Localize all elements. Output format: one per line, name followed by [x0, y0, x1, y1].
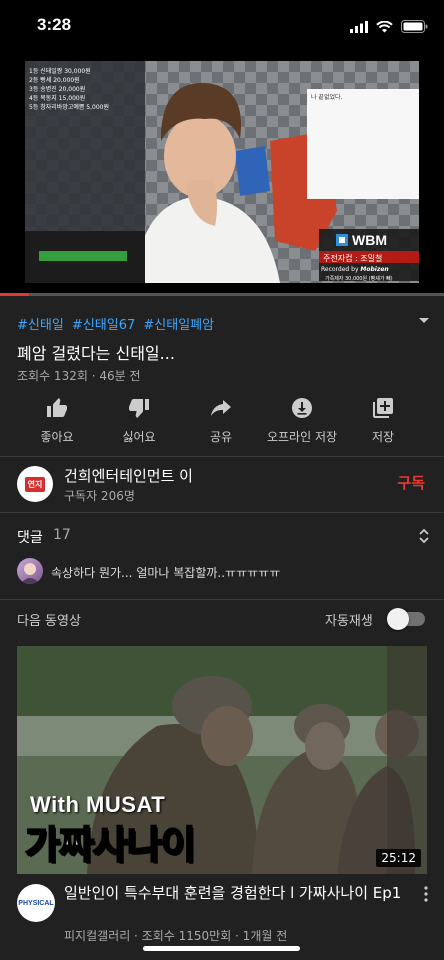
hashtag-link[interactable]: #신태일: [17, 318, 64, 333]
subscriber-count: 구독자 206명: [64, 489, 135, 503]
channel-name[interactable]: 건희엔터테인먼트 이: [64, 465, 193, 486]
more-options-icon[interactable]: [424, 886, 428, 902]
dislike-button[interactable]: 싫어요: [94, 396, 184, 445]
hashtag-link[interactable]: #신태일67: [72, 318, 135, 333]
like-button[interactable]: 좋아요: [12, 396, 102, 445]
thumbnail-caption-main: 가짜사나이: [24, 822, 197, 868]
autoplay-toggle-knob[interactable]: [387, 608, 409, 630]
channel-avatar[interactable]: 연지: [17, 466, 53, 502]
video-meta: 조회수 132회 · 46분 전: [17, 369, 141, 383]
save-button[interactable]: 저장: [338, 396, 428, 445]
overlay-bottom-caption: 가족제자 30,000원 (빵셰가 빼): [325, 276, 393, 282]
video-title[interactable]: 폐암 걸렸다는 신태일...: [17, 340, 175, 364]
physical-logo: PHYSICAL: [18, 899, 54, 907]
unfold-icon[interactable]: [418, 527, 430, 545]
home-indicator[interactable]: [143, 946, 300, 951]
download-label: 오프라인 저장: [266, 430, 338, 444]
expand-description-icon[interactable]: [416, 314, 432, 326]
video-info: #신태일 #신태일67 #신태일폐암 폐암 걸렸다는 신태일... 조회수 13…: [0, 296, 444, 456]
donation-line: 5등 창자리바망고예쁨 5,000원: [29, 104, 110, 111]
donation-line: 3등 송병진 20,000원: [29, 86, 86, 93]
like-label: 좋아요: [40, 430, 74, 444]
recommended-video-info[interactable]: PHYSICAL 일반인이 특수부대 훈련을 경험한다 l 가짜사나이 Ep1 …: [0, 880, 444, 950]
comment-avatar[interactable]: [17, 558, 43, 584]
share-icon: [211, 400, 231, 416]
hashtag-list: #신태일 #신태일67 #신태일폐암: [17, 314, 218, 333]
recommended-channel-avatar[interactable]: PHYSICAL: [17, 884, 55, 922]
recommended-meta: 피지컬갤러리 · 조회수 1150만회 · 1개월 전: [64, 929, 288, 943]
thumbs-down-icon: [129, 399, 149, 418]
video-frame[interactable]: 1등 신태일짱 30,000원 2등 빵셰 20,000원 3등 송병진 20,…: [25, 61, 419, 283]
cellular-signal-icon: [350, 20, 368, 33]
recommended-thumbnail[interactable]: With MUSAT 가짜사나이 25:12: [17, 646, 427, 874]
up-next-label: 다음 동영상: [17, 614, 81, 629]
hashtag-link[interactable]: #신태일폐암: [143, 318, 214, 333]
donation-line: 2등 빵셰 20,000원: [29, 77, 80, 84]
donation-line: 4등 목동지 15,000원: [29, 95, 86, 102]
comments-count: 17: [53, 527, 71, 543]
channel-avatar-mark: 연지: [24, 476, 46, 492]
comments-section[interactable]: 댓글 17 속상하다 뭔가... 얼마나 복잡할까..ㅠㅠㅠㅠㅠ: [0, 513, 444, 599]
channel-row[interactable]: 연지 건희엔터테인먼트 이 구독자 206명 구독: [0, 457, 444, 512]
donation-list: 1등 신태일짱 30,000원 2등 빵셰 20,000원 3등 송병진 20,…: [29, 67, 141, 112]
dislike-label: 싫어요: [122, 430, 156, 444]
download-icon: [292, 398, 312, 418]
recorded-tool: Mobizen: [360, 266, 389, 273]
wbm-brand: WBM: [352, 232, 387, 248]
video-player[interactable]: 1등 신태일짱 30,000원 2등 빵셰 20,000원 3등 송병진 20,…: [0, 56, 444, 296]
subscribe-button[interactable]: 구독: [397, 472, 425, 493]
comments-label: 댓글: [17, 530, 43, 546]
up-next-header: 다음 동영상 자동재생: [0, 600, 444, 640]
add-to-playlist-icon: [373, 398, 393, 418]
duration-badge: 25:12: [376, 849, 421, 867]
donation-line: 1등 신태일짱 30,000원: [29, 68, 91, 75]
thumbs-up-icon: [47, 398, 67, 417]
small-window-text: 나 끝없었다.: [311, 94, 343, 101]
recorded-by: Recorded by Mobizen: [321, 266, 389, 273]
wbm-logo: WBM: [335, 232, 387, 248]
action-bar: 좋아요 싫어요 공유 오프라인 저장 저장: [0, 396, 444, 446]
battery-icon: [401, 20, 428, 33]
top-comment: 속상하다 뭔가... 얼마나 복잡할까..ㅠㅠㅠㅠㅠ: [51, 566, 281, 580]
wifi-icon: [376, 20, 393, 32]
status-bar: 3:28: [0, 0, 444, 56]
status-time: 3:28: [37, 15, 72, 34]
status-icons: [350, 20, 428, 33]
avatar-image: [20, 563, 40, 584]
share-button[interactable]: 공유: [176, 396, 266, 445]
download-button[interactable]: 오프라인 저장: [257, 396, 347, 445]
share-label: 공유: [209, 430, 233, 444]
save-label: 저장: [371, 430, 395, 444]
autoplay-label: 자동재생: [325, 614, 373, 629]
recorded-by-label: Recorded by: [321, 266, 359, 273]
overlay-banner: 주전자컵 : 조밀철: [323, 254, 383, 263]
recommended-title[interactable]: 일반인이 특수부대 훈련을 경험한다 l 가짜사나이 Ep1: [64, 883, 404, 903]
wbm-cube-icon: [336, 234, 348, 246]
